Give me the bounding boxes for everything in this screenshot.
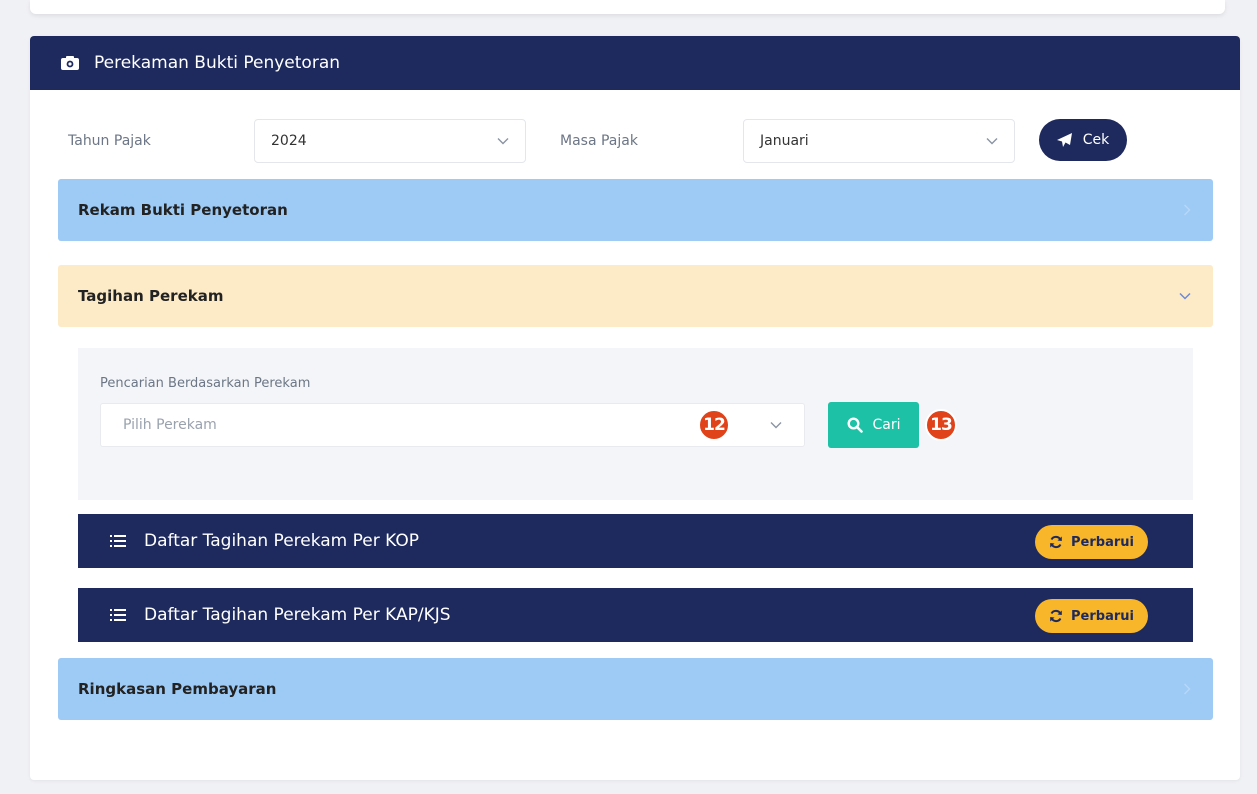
cek-label: Cek [1082, 132, 1110, 148]
cari-button[interactable]: Cari [828, 402, 919, 448]
accordion-rekam-title: Rekam Bukti Penyetoran [78, 201, 288, 219]
perbarui-button-kop[interactable]: Perbarui [1035, 525, 1148, 559]
tahun-pajak-label: Tahun Pajak [68, 133, 151, 149]
tahun-pajak-select[interactable]: 2024 [254, 119, 526, 163]
refresh-icon [1049, 609, 1063, 623]
chevron-right-icon [1183, 683, 1191, 695]
chevron-down-icon [770, 421, 782, 429]
accordion-rekam-bukti[interactable]: Rekam Bukti Penyetoran [58, 179, 1213, 241]
step-marker-13: 13 [925, 409, 957, 441]
tahun-pajak-value: 2024 [271, 133, 307, 149]
perekam-placeholder: Pilih Perekam [123, 417, 217, 433]
list-title-kop: Daftar Tagihan Perekam Per KOP [144, 531, 419, 551]
accordion-tagihan-title: Tagihan Perekam [78, 287, 224, 305]
masa-pajak-select[interactable]: Januari [743, 119, 1015, 163]
refresh-icon [1049, 535, 1063, 549]
list-bar-kap-kjs[interactable]: Daftar Tagihan Perekam Per KAP/KJS Perba… [78, 588, 1193, 642]
top-card-strip [30, 0, 1225, 14]
perbarui-label: Perbarui [1071, 534, 1134, 550]
chevron-down-icon [497, 137, 509, 145]
panel-title: Perekaman Bukti Penyetoran [94, 53, 341, 73]
panel-header: Perekaman Bukti Penyetoran [30, 36, 1240, 90]
perbarui-label: Perbarui [1071, 608, 1134, 624]
cek-button[interactable]: Cek [1039, 119, 1127, 161]
masa-pajak-label: Masa Pajak [560, 133, 638, 149]
step-marker-12: 12 [698, 409, 730, 441]
accordion-ringkasan[interactable]: Ringkasan Pembayaran [58, 658, 1213, 720]
list-icon [110, 608, 126, 622]
search-icon [846, 417, 863, 433]
cari-label: Cari [872, 417, 901, 433]
search-label: Pencarian Berdasarkan Perekam [100, 376, 311, 391]
list-bar-kop[interactable]: Daftar Tagihan Perekam Per KOP Perbarui [78, 514, 1193, 568]
paper-plane-icon [1056, 133, 1073, 147]
camera-icon [60, 55, 80, 71]
perbarui-button-kap-kjs[interactable]: Perbarui [1035, 599, 1148, 633]
list-title-kap-kjs: Daftar Tagihan Perekam Per KAP/KJS [144, 605, 451, 625]
masa-pajak-value: Januari [760, 133, 809, 149]
main-panel: Perekaman Bukti Penyetoran Tahun Pajak 2… [30, 36, 1240, 780]
list-icon [110, 534, 126, 548]
search-area: Pencarian Berdasarkan Perekam Pilih Pere… [78, 348, 1193, 500]
accordion-ringkasan-title: Ringkasan Pembayaran [78, 680, 277, 698]
chevron-down-icon [1179, 292, 1191, 300]
chevron-down-icon [986, 137, 998, 145]
accordion-tagihan-perekam[interactable]: Tagihan Perekam [58, 265, 1213, 327]
chevron-right-icon [1183, 204, 1191, 216]
